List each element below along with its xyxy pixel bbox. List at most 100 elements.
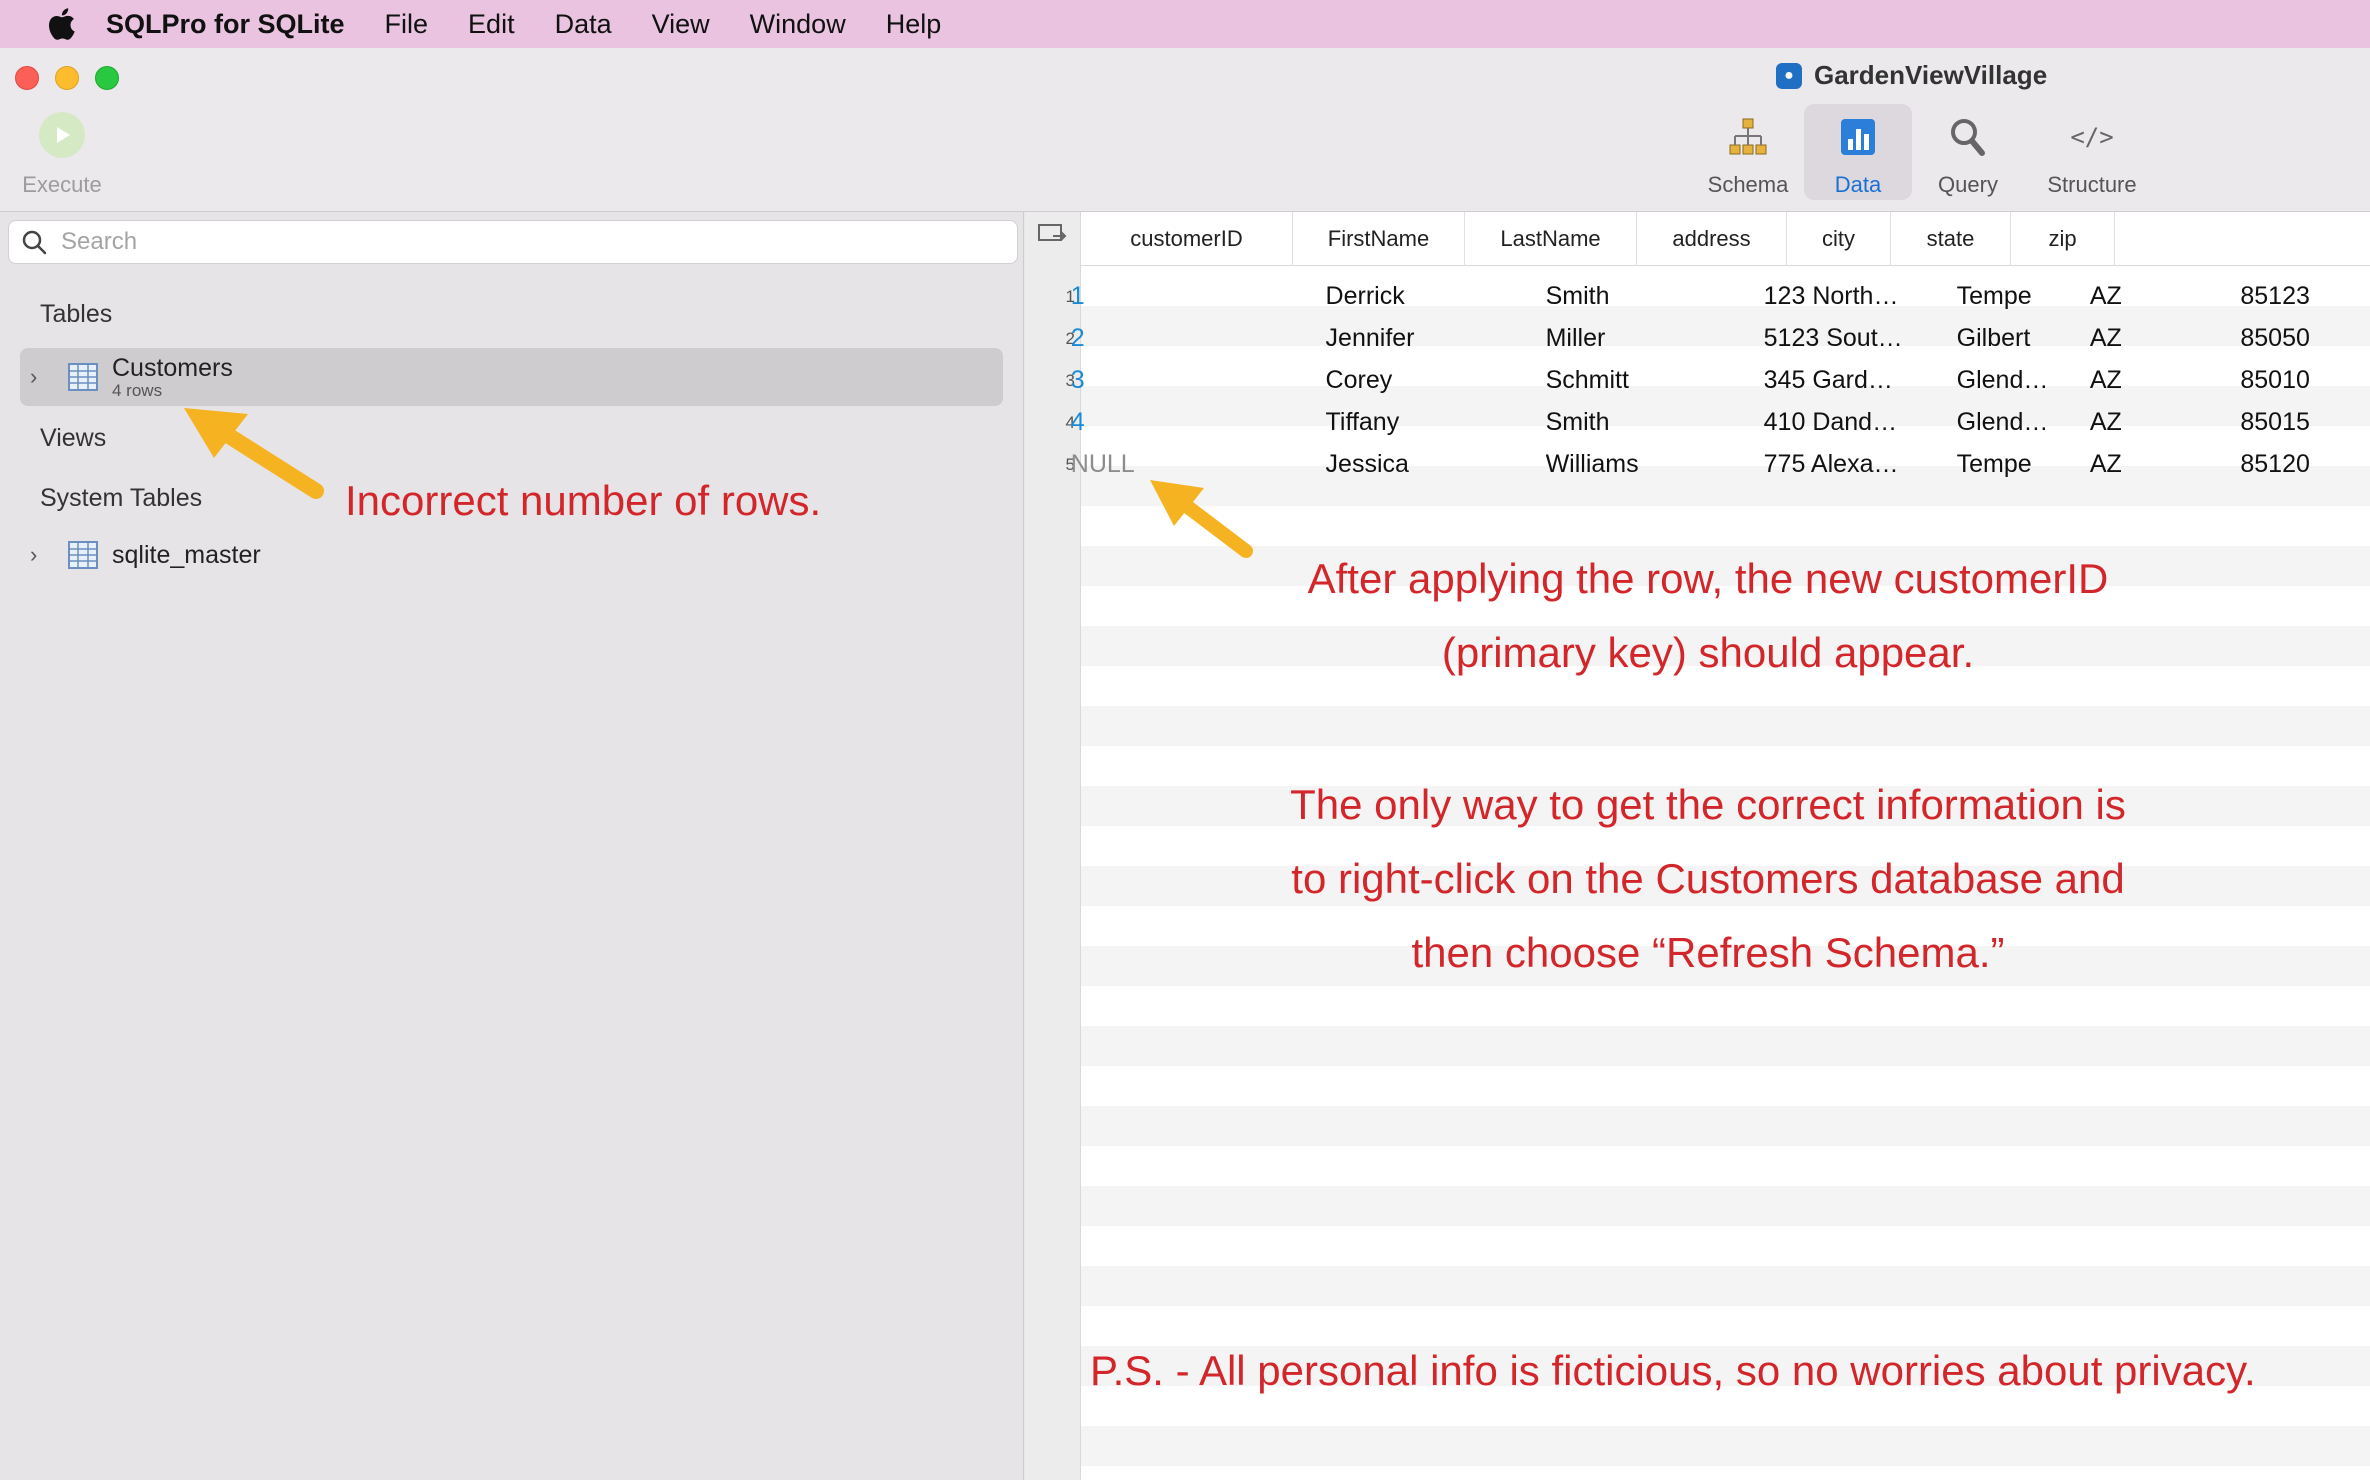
cell-firstname[interactable]: Jessica [1326,450,1458,479]
cell-state[interactable]: AZ [2090,282,2162,311]
cell-city[interactable]: Glend… [1957,408,2072,437]
cell-lastname[interactable]: Williams [1546,450,1678,479]
cell-lastname[interactable]: Miller [1546,324,1678,353]
cell-zip[interactable]: 85010 [2240,366,2336,395]
column-header[interactable]: state [1891,212,2011,266]
database-icon: ● [1776,62,1802,89]
tab-schema[interactable]: Schema [1700,104,1796,200]
row-stripe [1081,1026,2370,1066]
annotation-refresh-line3: then choose “Refresh Schema.” [1411,929,2005,976]
cell-city[interactable]: Tempe [1957,450,2072,479]
cell-customerid[interactable]: 3 [1071,366,1215,395]
column-header[interactable]: zip [2011,212,2115,266]
window-title: ● GardenViewVillage [1776,60,2047,91]
menu-view[interactable]: View [652,9,710,40]
chevron-right-icon[interactable]: › [30,542,58,568]
cell-zip[interactable]: 85120 [2240,450,2336,479]
execute-button[interactable]: Execute [18,112,106,198]
cell-state[interactable]: AZ [2090,324,2162,353]
cell-zip[interactable]: 85123 [2240,282,2336,311]
search-field[interactable] [8,220,1018,264]
row-stripe [1081,1186,2370,1226]
code-icon: </> [2070,123,2114,151]
sidebar-item-customers[interactable]: › Customers 4 rows [20,348,1003,406]
schema-icon [1727,114,1769,160]
cell-lastname[interactable]: Smith [1546,282,1678,311]
cell-firstname[interactable]: Jennifer [1326,324,1458,353]
menu-edit[interactable]: Edit [468,9,515,40]
chevron-right-icon[interactable]: › [30,364,58,390]
minimize-window-button[interactable] [55,66,79,90]
grid-options-icon[interactable] [1037,222,1069,248]
row-stripe [1081,1266,2370,1306]
cell-customerid[interactable]: 2 [1071,324,1215,353]
cell-city[interactable]: Glend… [1957,366,2072,395]
apple-icon[interactable] [36,7,86,41]
table-icon [68,363,98,391]
tab-schema-label: Schema [1707,172,1789,197]
column-header[interactable]: FirstName [1293,212,1465,266]
annotation-incorrect-rows: Incorrect number of rows. [345,477,822,524]
column-header[interactable]: customerID [1081,212,1293,266]
table-row[interactable]: 2 2 Jennifer Miller 5123 Sout… Gilbert AZ 85050 [1025,318,2370,360]
annotation-arrow [184,408,324,499]
search-icon [21,228,49,256]
cell-city[interactable]: Gilbert [1957,324,2072,353]
window-title-text: GardenViewVillage [1814,60,2048,90]
cell-address[interactable]: 410 Dand… [1764,408,1932,437]
cell-customerid[interactable]: NULL [1071,450,1215,479]
cell-zip[interactable]: 85050 [2240,324,2336,353]
menu-file[interactable]: File [385,9,429,40]
annotation-refresh-line2: to right-click on the Customers database… [1291,855,2125,902]
menu-data[interactable]: Data [555,9,612,40]
menu-window[interactable]: Window [750,9,846,40]
close-window-button[interactable] [15,66,39,90]
tab-structure[interactable]: </> Structure [2030,104,2154,200]
cell-firstname[interactable]: Derrick [1326,282,1458,311]
app-menu[interactable]: SQLPro for SQLite [106,9,345,40]
table-name: Customers [112,353,233,382]
cell-address[interactable]: 5123 Sout… [1764,324,1932,353]
tab-query-label: Query [1938,172,1998,197]
cell-firstname[interactable]: Tiffany [1326,408,1458,437]
column-header[interactable]: city [1787,212,1891,266]
cell-state[interactable]: AZ [2090,366,2162,395]
row-stripe [1081,706,2370,746]
row-number: 5 [1065,455,1075,474]
cell-zip[interactable]: 85015 [2240,408,2336,437]
cell-lastname[interactable]: Smith [1546,408,1678,437]
magnifier-icon [1948,114,1988,160]
column-header[interactable]: address [1637,212,1787,266]
cell-state[interactable]: AZ [2090,408,2162,437]
menu-bar: SQLPro for SQLite File Edit Data View Wi… [0,0,2370,48]
search-input[interactable] [61,228,961,256]
data-chart-icon [1839,114,1877,160]
column-header-row: customerID FirstName LastName address ci… [1081,212,2370,266]
annotation-refresh-line1: The only way to get the correct informat… [1290,781,2126,828]
cell-city[interactable]: Tempe [1957,282,2072,311]
table-row[interactable]: 4 4 Tiffany Smith 410 Dand… Glend… AZ 85015 [1025,402,2370,444]
menu-help[interactable]: Help [886,9,942,40]
cell-address[interactable]: 775 Alexa… [1764,450,1932,479]
tab-data[interactable]: Data [1804,104,1912,200]
column-header[interactable]: LastName [1465,212,1637,266]
cell-firstname[interactable]: Corey [1326,366,1458,395]
table-row[interactable]: 1 1 Derrick Smith 123 North… Tempe AZ 85123 [1025,276,2370,318]
annotation-ps: P.S. - All personal info is ficticious, … [1090,1347,2256,1394]
sidebar: Tables › Customers 4 rows Views System T… [0,212,1024,1480]
cell-customerid[interactable]: 1 [1071,282,1215,311]
zoom-window-button[interactable] [95,66,119,90]
cell-address[interactable]: 345 Gard… [1764,366,1932,395]
execute-label: Execute [22,172,102,197]
row-stripe [1081,1106,2370,1146]
cell-address[interactable]: 123 North… [1764,282,1932,311]
cell-state[interactable]: AZ [2090,450,2162,479]
cell-lastname[interactable]: Schmitt [1546,366,1678,395]
views-section-label: Views [40,424,107,452]
tables-section-label: Tables [40,300,113,328]
play-icon [39,112,85,158]
annotation-customerid-line1: After applying the row, the new customer… [1307,555,2109,602]
tab-query[interactable]: Query [1920,104,2016,200]
table-row[interactable]: 3 3 Corey Schmitt 345 Gard… Glend… AZ 85010 [1025,360,2370,402]
cell-customerid[interactable]: 4 [1071,408,1215,437]
